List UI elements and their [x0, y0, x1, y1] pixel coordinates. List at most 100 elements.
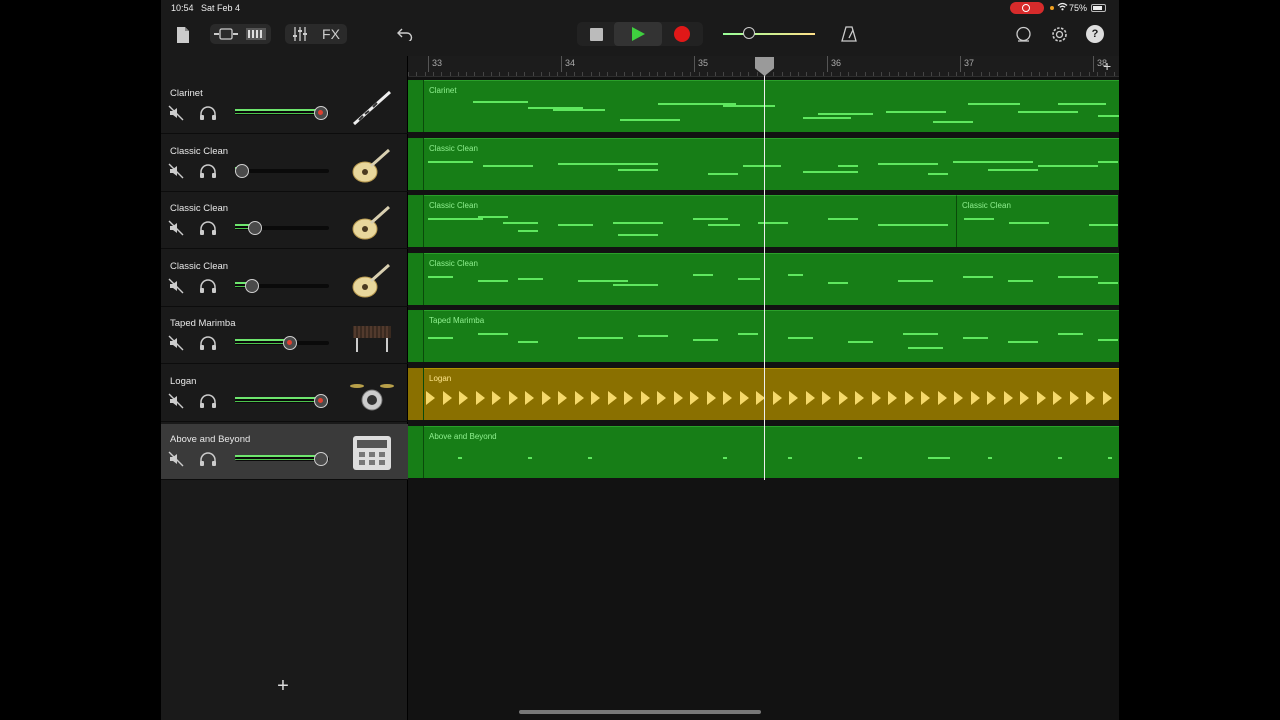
solo-button[interactable] — [199, 393, 217, 409]
undo-button[interactable] — [395, 25, 415, 43]
midi-note — [953, 160, 1033, 163]
bar-tick — [960, 56, 961, 72]
midi-note — [478, 216, 508, 219]
track-volume-slider[interactable] — [235, 106, 329, 120]
solo-button[interactable] — [199, 335, 217, 351]
mute-button[interactable] — [168, 393, 184, 409]
status-date: Sat Feb 4 — [201, 3, 241, 13]
headphones-icon — [200, 163, 216, 178]
volume-knob[interactable] — [314, 106, 328, 120]
midi-region[interactable]: Clarinet — [424, 80, 1119, 132]
track-volume-slider[interactable] — [235, 451, 329, 466]
volume-knob[interactable] — [245, 278, 259, 293]
midi-region[interactable]: Classic Clean — [424, 195, 956, 248]
midi-note — [898, 279, 933, 282]
mute-button[interactable] — [168, 278, 184, 294]
volume-knob[interactable] — [314, 394, 328, 408]
tracks-view-button[interactable] — [245, 26, 267, 42]
volume-knob[interactable] — [248, 221, 262, 236]
guitar-icon[interactable] — [349, 201, 395, 243]
volume-knob[interactable] — [283, 336, 297, 351]
volume-knob[interactable] — [314, 451, 328, 466]
midi-note — [553, 109, 605, 111]
ruler-tick — [839, 72, 841, 76]
solo-button[interactable] — [199, 451, 217, 467]
midi-note — [818, 113, 873, 115]
midi-note — [1108, 456, 1112, 459]
ruler-tick — [557, 72, 559, 76]
midi-note — [738, 277, 760, 280]
browser-view-button[interactable] — [213, 26, 239, 42]
waveform-peak — [921, 391, 930, 405]
master-volume-knob[interactable] — [743, 27, 755, 39]
play-button[interactable] — [614, 22, 662, 46]
track-controls-button[interactable] — [291, 25, 309, 43]
region-start-edge — [408, 425, 424, 478]
midi-note — [723, 456, 727, 459]
waveform-peak — [838, 391, 848, 405]
ruler-tick — [1013, 72, 1015, 76]
beat-machine-icon[interactable] — [349, 432, 395, 474]
ruler-tick — [665, 72, 667, 76]
track-volume-slider[interactable] — [235, 336, 329, 351]
midi-region[interactable]: Above and Beyond — [424, 425, 1119, 478]
master-volume-slider[interactable] — [723, 33, 815, 35]
volume-knob[interactable] — [235, 163, 249, 178]
track-header[interactable]: Clarinet — [161, 78, 408, 134]
drums-icon[interactable] — [349, 374, 395, 416]
mute-button[interactable] — [168, 163, 184, 179]
solo-button[interactable] — [199, 278, 217, 294]
mute-button[interactable] — [168, 105, 184, 121]
solo-button[interactable] — [199, 220, 217, 236]
record-button[interactable] — [667, 24, 697, 44]
track-header[interactable]: Classic Clean — [161, 251, 408, 307]
headphones-icon — [200, 336, 216, 351]
track-header[interactable]: Above and Beyond — [161, 423, 408, 480]
track-volume-slider[interactable] — [235, 278, 329, 293]
metronome-button[interactable] — [839, 24, 859, 44]
solo-button[interactable] — [199, 105, 217, 121]
track-header[interactable]: Classic Clean — [161, 193, 408, 250]
track-header[interactable]: Classic Clean — [161, 136, 408, 192]
loop-browser-button[interactable] — [1013, 24, 1033, 44]
audio-region[interactable]: Logan — [424, 368, 1119, 420]
ruler-tick — [964, 72, 966, 76]
fx-button[interactable]: FX — [319, 24, 343, 44]
clarinet-icon[interactable] — [349, 86, 395, 128]
headphones-icon — [200, 279, 216, 293]
midi-region[interactable]: Classic Clean — [956, 195, 1118, 248]
ruler-tick — [1080, 72, 1082, 76]
help-button[interactable]: ? — [1086, 25, 1104, 43]
guitar-icon[interactable] — [349, 144, 395, 186]
track-header[interactable]: Taped Marimba — [161, 308, 408, 365]
waveform-peak — [673, 391, 683, 405]
settings-button[interactable] — [1049, 24, 1069, 44]
track-volume-slider[interactable] — [235, 163, 329, 178]
ruler-tick — [781, 72, 783, 76]
midi-region[interactable]: Classic Clean — [424, 137, 1119, 190]
mute-button[interactable] — [168, 335, 184, 351]
midi-region[interactable]: Taped Marimba — [424, 310, 1119, 363]
guitar-icon[interactable] — [349, 259, 395, 301]
speaker-muted-icon — [168, 393, 184, 409]
midi-region[interactable]: Classic Clean — [424, 252, 1119, 305]
mute-button[interactable] — [168, 451, 184, 467]
solo-button[interactable] — [199, 163, 217, 179]
track-header[interactable]: Logan — [161, 366, 408, 422]
toolbar: FX ? — [161, 16, 1119, 56]
marimba-icon[interactable] — [349, 316, 395, 358]
waveform-peak — [970, 391, 980, 405]
track-volume-slider[interactable] — [235, 221, 329, 236]
battery-percent: 75% — [1069, 3, 1088, 13]
midi-note — [708, 172, 738, 175]
mute-button[interactable] — [168, 220, 184, 236]
stop-button[interactable] — [581, 24, 611, 44]
track-volume-slider[interactable] — [235, 394, 329, 408]
undo-icon — [397, 28, 413, 41]
add-track-button[interactable]: + — [273, 676, 293, 696]
ruler-tick — [756, 72, 758, 76]
add-section-button[interactable]: + — [1103, 58, 1111, 74]
home-indicator[interactable] — [519, 710, 761, 714]
my-songs-button[interactable] — [175, 25, 191, 45]
midi-note — [878, 162, 938, 165]
